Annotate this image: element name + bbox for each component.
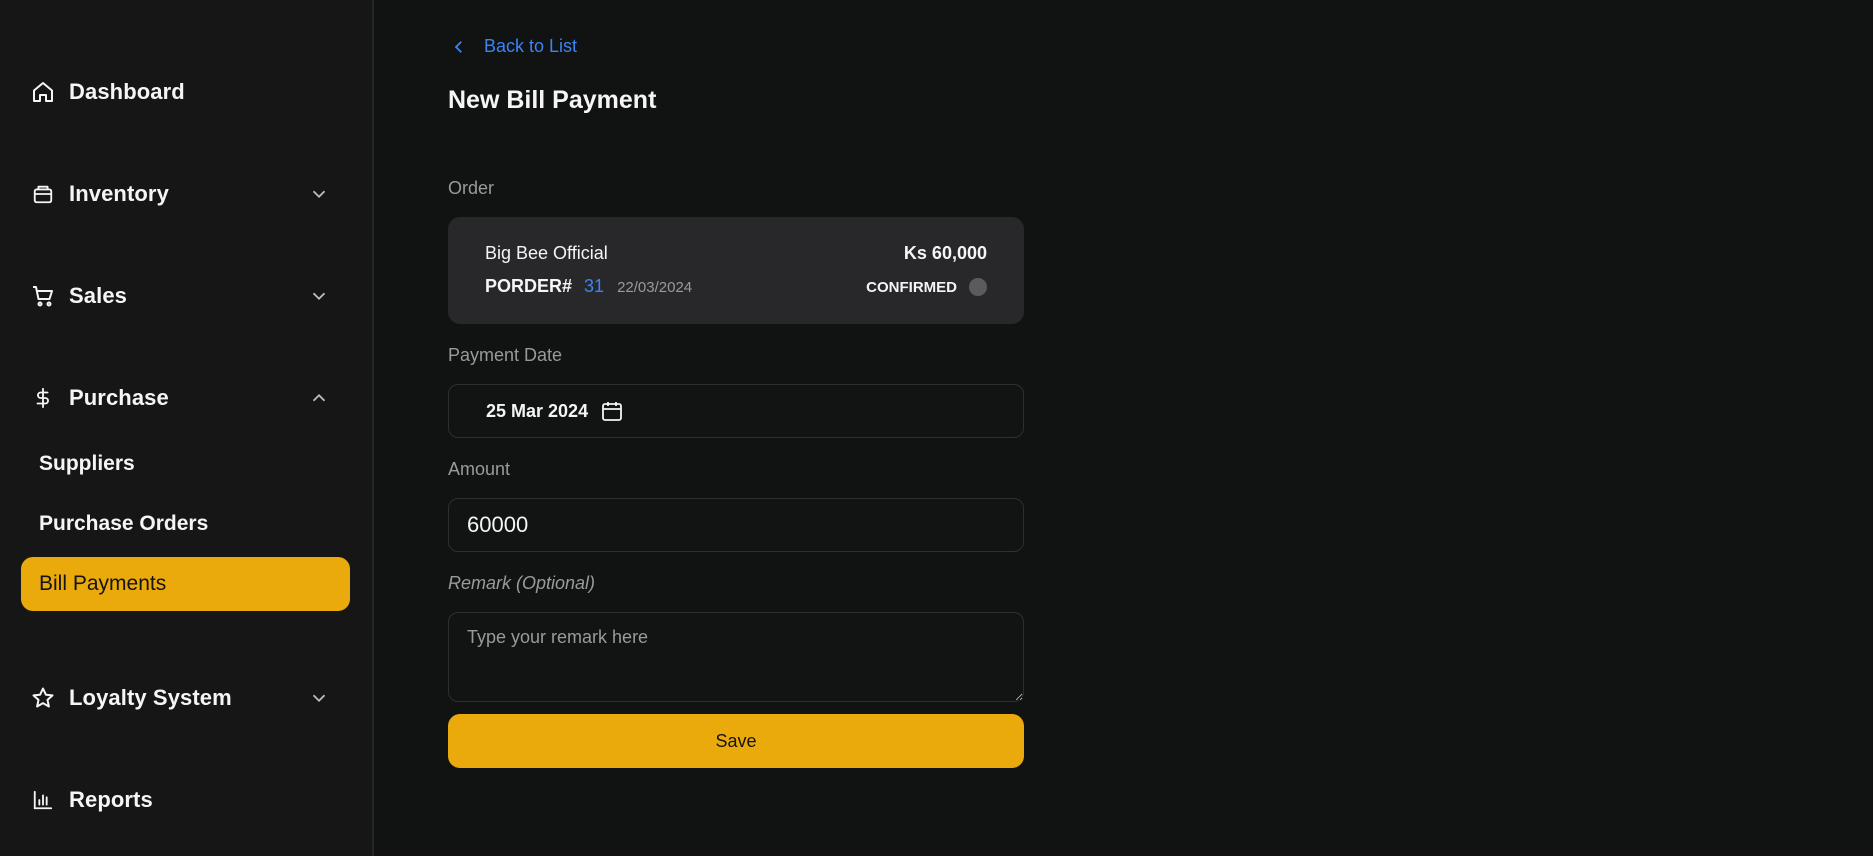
bar-chart-icon <box>30 787 56 813</box>
sidebar-item-loyalty-system[interactable]: Loyalty System <box>30 676 342 720</box>
sidebar-subitem-suppliers[interactable]: Suppliers <box>21 437 350 491</box>
sidebar: Dashboard Inventory Sales Purchase Suppl… <box>0 0 374 856</box>
home-icon <box>30 79 56 105</box>
sidebar-item-label: Inventory <box>69 181 169 206</box>
sidebar-item-label: Loyalty System <box>69 685 232 710</box>
calendar-icon[interactable] <box>600 399 624 423</box>
amount-field[interactable] <box>449 499 1023 551</box>
box-icon <box>30 181 56 207</box>
chevron-up-icon <box>312 393 326 402</box>
sidebar-item-label: Reports <box>69 787 153 812</box>
order-label: Order <box>448 178 495 198</box>
cart-icon <box>30 283 56 309</box>
payment-date-value: 25 Mar 2024 <box>486 400 589 421</box>
payment-date-picker[interactable]: 25 Mar 2024 <box>448 384 1024 438</box>
order-number: 31 <box>584 276 605 296</box>
chevron-left-icon <box>454 40 462 53</box>
remark-label: Remark (Optional) <box>448 573 596 593</box>
order-reference: PORDER# 31 22/03/2024 <box>485 276 692 297</box>
sidebar-item-sales[interactable]: Sales <box>30 274 342 318</box>
amount-label: Amount <box>448 459 511 479</box>
remark-field-wrapper <box>448 612 1024 702</box>
sidebar-item-dashboard[interactable]: Dashboard <box>30 70 342 114</box>
chevron-down-icon <box>312 190 326 199</box>
chevron-down-icon <box>312 292 326 301</box>
sidebar-item-label: Purchase <box>69 385 169 410</box>
back-link-label: Back to List <box>484 36 578 56</box>
order-card[interactable]: Big Bee Official Ks 60,000 PORDER# 31 22… <box>448 217 1024 324</box>
order-prefix: PORDER# <box>485 276 573 296</box>
order-amount: Ks 60,000 <box>903 243 987 263</box>
chevron-down-icon <box>312 694 326 703</box>
back-link[interactable]: Back to List <box>448 36 577 57</box>
save-button[interactable]: Save <box>448 714 1024 768</box>
sidebar-item-label: Sales <box>69 283 127 308</box>
sidebar-subitem-purchase-orders[interactable]: Purchase Orders <box>21 497 350 551</box>
payment-date-label: Payment Date <box>448 345 563 365</box>
order-date: 22/03/2024 <box>617 279 693 296</box>
sidebar-item-label: Dashboard <box>69 79 185 104</box>
sidebar-item-inventory[interactable]: Inventory <box>30 172 342 216</box>
amount-field-wrapper <box>448 498 1024 552</box>
remark-field[interactable] <box>449 613 1023 701</box>
sidebar-item-reports[interactable]: Reports <box>30 778 342 822</box>
order-status: CONFIRMED <box>866 278 987 296</box>
sidebar-item-purchase[interactable]: Purchase <box>30 376 342 420</box>
page-title: New Bill Payment <box>448 86 657 114</box>
status-dot-icon <box>969 278 987 296</box>
star-icon <box>30 685 56 711</box>
dollar-icon <box>30 385 56 411</box>
status-badge: CONFIRMED <box>866 278 957 296</box>
order-supplier: Big Bee Official <box>485 243 608 263</box>
sidebar-subitem-bill-payments[interactable]: Bill Payments <box>21 557 350 611</box>
